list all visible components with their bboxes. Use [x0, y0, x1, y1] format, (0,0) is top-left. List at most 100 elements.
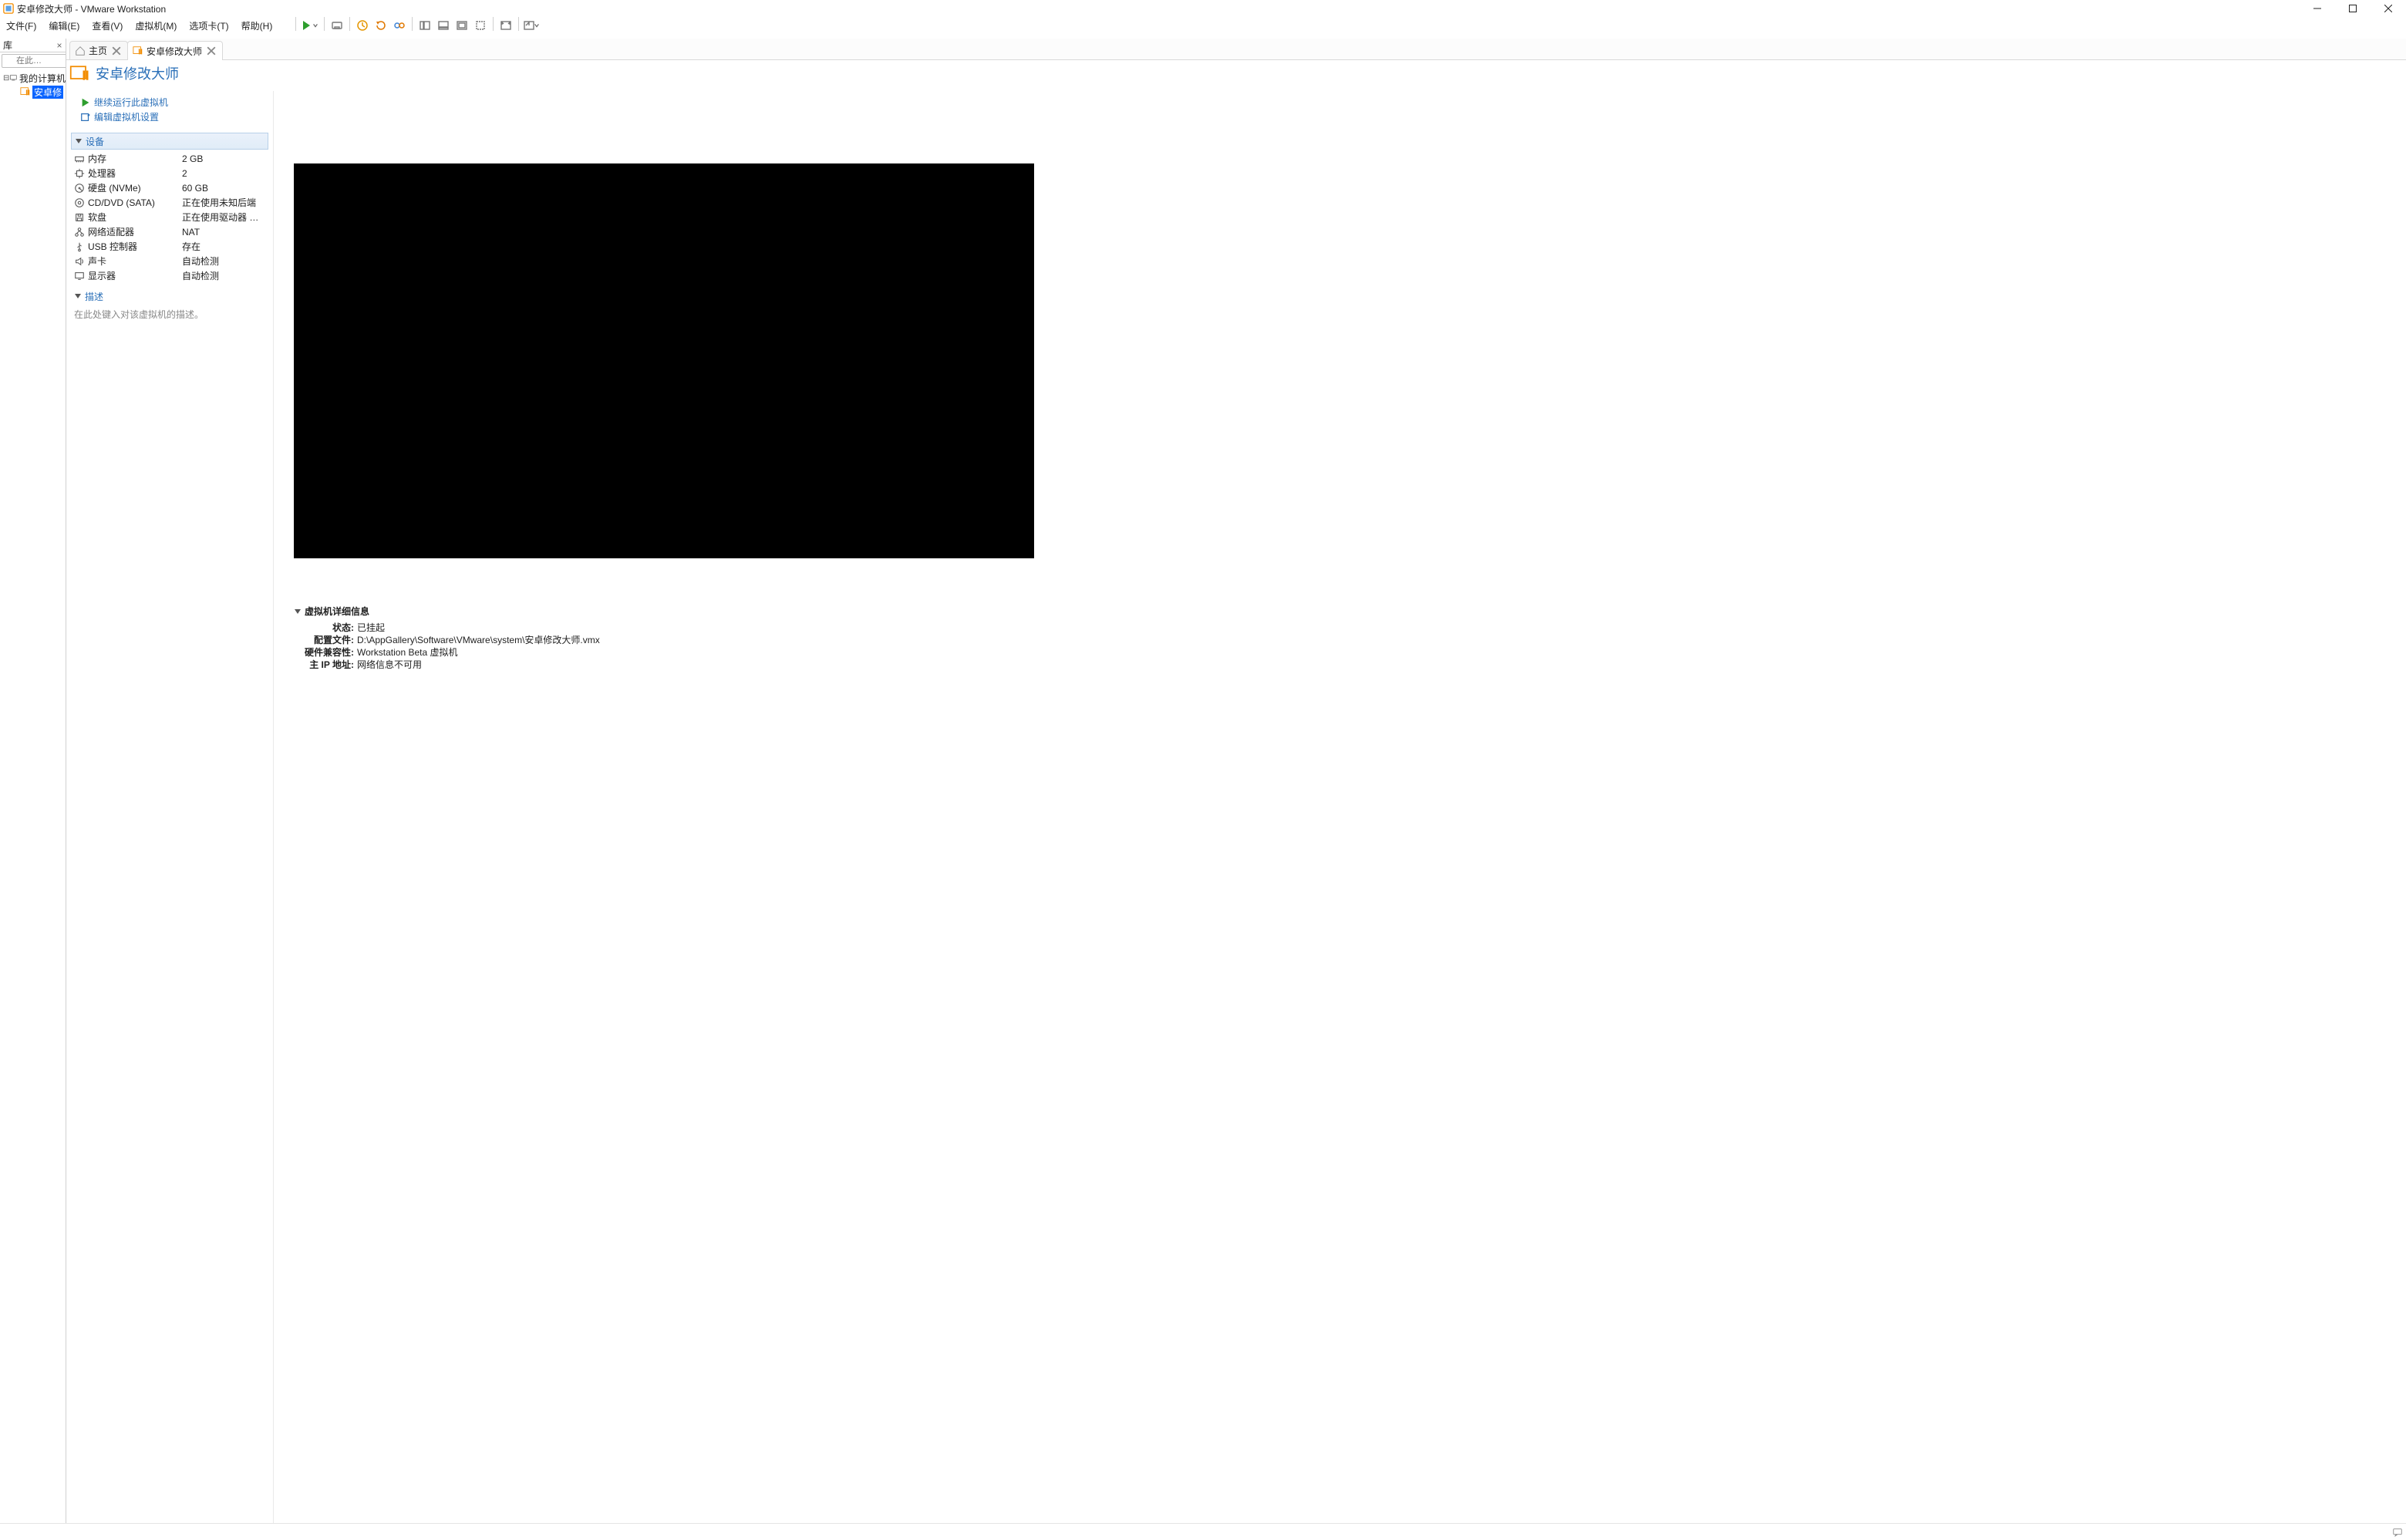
- thumbnail-bar-button[interactable]: [434, 17, 453, 34]
- vm-console-preview[interactable]: [294, 163, 1034, 558]
- toolbar-separator: [412, 17, 413, 31]
- section-header-details[interactable]: 虚拟机详细信息: [294, 605, 2400, 618]
- window-minimize-button[interactable]: [2300, 0, 2335, 17]
- device-row[interactable]: 内存2 GB: [74, 151, 268, 166]
- computer-icon: [9, 72, 18, 83]
- enter-fullscreen-button[interactable]: [497, 17, 515, 34]
- tab-home[interactable]: 主页: [69, 41, 128, 59]
- cpu-icon: [74, 168, 85, 179]
- devices-list: 内存2 GB处理器2硬盘 (NVMe)60 GBCD/DVD (SATA)正在使…: [71, 150, 268, 285]
- send-ctrl-alt-del-button[interactable]: [328, 17, 346, 34]
- menu-edit[interactable]: 编辑(E): [42, 17, 86, 34]
- device-row[interactable]: 显示器 自动检测: [74, 268, 268, 283]
- details-value: Workstation Beta 虚拟机: [354, 645, 458, 658]
- device-name: 网络适配器: [88, 225, 134, 238]
- device-value: 存在: [182, 240, 200, 253]
- section-title: 描述: [85, 290, 103, 303]
- window-close-button[interactable]: [2371, 0, 2406, 17]
- chevron-down-icon: [75, 137, 83, 145]
- play-icon: [80, 97, 91, 108]
- statusbar: [66, 1523, 2406, 1540]
- device-value: 正在使用驱动器 …: [182, 211, 258, 224]
- device-name: USB 控制器: [88, 240, 137, 253]
- device-name: CD/DVD (SATA): [88, 197, 155, 208]
- library-close-button[interactable]: ×: [53, 40, 66, 51]
- net-icon: [74, 227, 85, 238]
- show-library-button[interactable]: [416, 17, 434, 34]
- window-maximize-button[interactable]: [2335, 0, 2371, 17]
- cd-icon: [74, 197, 85, 208]
- device-value: 自动检测: [182, 269, 219, 282]
- menu-view[interactable]: 查看(V): [86, 17, 129, 34]
- details-key: 状态:: [305, 621, 354, 633]
- toolbar-separator: [493, 17, 494, 31]
- vm-paused-icon: [133, 45, 143, 56]
- toolbar-separator: [518, 17, 519, 31]
- menu-vm[interactable]: 虚拟机(M): [129, 17, 183, 34]
- display-icon: [74, 271, 85, 281]
- disk-icon: [74, 183, 85, 194]
- vm-paused-icon: [20, 86, 31, 97]
- details-grid: 状态:已挂起配置文件:D:\AppGallery\Software\VMware…: [294, 618, 2400, 670]
- tree-node-my-computer[interactable]: ⊟ 我的计算机: [3, 71, 66, 85]
- stretch-guest-button[interactable]: [471, 17, 490, 34]
- link-label: 继续运行此虚拟机: [94, 96, 168, 109]
- device-name: 显示器: [88, 269, 116, 282]
- menu-tabs[interactable]: 选项卡(T): [183, 17, 234, 34]
- section-title: 设备: [86, 135, 104, 148]
- details-row: 硬件兼容性:Workstation Beta 虚拟机: [305, 645, 2400, 658]
- tree-node-label: 安卓修: [32, 86, 63, 99]
- sound-icon: [74, 256, 85, 267]
- settings-icon: [80, 112, 91, 123]
- power-on-button[interactable]: [299, 17, 321, 34]
- device-row[interactable]: 软盘 正在使用驱动器 …: [74, 210, 268, 224]
- section-header-devices[interactable]: 设备: [71, 133, 268, 150]
- device-value: 自动检测: [182, 254, 219, 268]
- library-title: 库: [3, 39, 12, 52]
- menubar: 文件(F) 编辑(E) 查看(V) 虚拟机(M) 选项卡(T) 帮助(H): [0, 17, 2406, 34]
- tab-label: 安卓修改大师: [147, 45, 202, 58]
- snapshot-manager-button[interactable]: [390, 17, 409, 34]
- tab-close-icon[interactable]: [112, 46, 121, 56]
- chevron-down-icon: [74, 292, 82, 300]
- tree-collapse-icon[interactable]: ⊟: [3, 74, 9, 83]
- device-name: 声卡: [88, 254, 106, 268]
- tab-vm[interactable]: 安卓修改大师: [127, 41, 223, 60]
- unity-mode-button[interactable]: [522, 17, 541, 34]
- device-name: 处理器: [88, 167, 116, 180]
- menu-help[interactable]: 帮助(H): [235, 17, 279, 34]
- description-placeholder[interactable]: 在此处键入对该虚拟机的描述。: [71, 305, 268, 324]
- toolbar-separator: [349, 17, 350, 31]
- library-search-input[interactable]: [2, 54, 66, 68]
- tree-node-vm[interactable]: 安卓修: [3, 85, 66, 99]
- device-value: 2: [182, 168, 187, 179]
- details-row: 配置文件:D:\AppGallery\Software\VMware\syste…: [305, 633, 2400, 645]
- link-label: 编辑虚拟机设置: [94, 110, 159, 123]
- device-value: 60 GB: [182, 183, 208, 194]
- menu-file[interactable]: 文件(F): [0, 17, 42, 34]
- library-pane: 库 × ⊟ 我的计算机 安卓修: [0, 39, 66, 1540]
- details-row: 状态:已挂起: [305, 621, 2400, 633]
- device-row[interactable]: CD/DVD (SATA)正在使用未知后端: [74, 195, 268, 210]
- device-row[interactable]: 声卡 自动检测: [74, 254, 268, 268]
- show-console-button[interactable]: [453, 17, 471, 34]
- tree-node-label: 我的计算机: [19, 72, 66, 85]
- library-tree[interactable]: ⊟ 我的计算机 安卓修: [0, 69, 66, 1529]
- continue-running-vm-link[interactable]: 继续运行此虚拟机: [80, 96, 268, 109]
- tab-close-icon[interactable]: [207, 46, 216, 56]
- snapshot-revert-button[interactable]: [372, 17, 390, 34]
- device-row[interactable]: USB 控制器 存在: [74, 239, 268, 254]
- section-header-description[interactable]: 描述: [71, 288, 268, 305]
- edit-vm-settings-link[interactable]: 编辑虚拟机设置: [80, 110, 268, 123]
- details-row: 主 IP 地址:网络信息不可用: [305, 658, 2400, 670]
- snapshot-take-button[interactable]: [353, 17, 372, 34]
- details-key: 硬件兼容性:: [305, 645, 354, 658]
- device-row[interactable]: 处理器 2: [74, 166, 268, 180]
- device-row[interactable]: 硬盘 (NVMe)60 GB: [74, 180, 268, 195]
- tab-label: 主页: [89, 44, 107, 57]
- device-name: 软盘: [88, 211, 106, 224]
- messages-icon[interactable]: [2392, 1527, 2403, 1538]
- window-title: 安卓修改大师 - VMware Workstation: [17, 2, 2300, 15]
- device-row[interactable]: 网络适配器NAT: [74, 224, 268, 239]
- toolbar-separator: [324, 17, 325, 31]
